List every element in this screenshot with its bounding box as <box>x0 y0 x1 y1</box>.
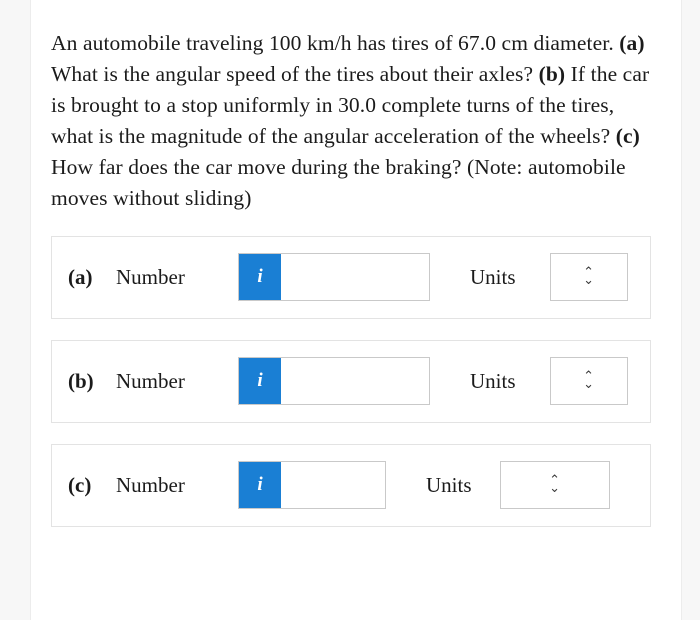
answer-rows: (a) Number i Units ⌃⌄ (b) Number i Unit <box>51 235 661 527</box>
number-input-a[interactable] <box>281 254 429 301</box>
units-label-c: Units <box>426 472 472 497</box>
units-label-b: Units <box>470 368 516 393</box>
question-sentence: What is the angular speed of the tires a… <box>51 61 539 86</box>
left-margin-rail <box>0 0 31 620</box>
answer-row-a: (a) Number i Units ⌃ ⌄ <box>51 235 651 319</box>
question-content: An automobile traveling 100 km/h has tir… <box>31 0 681 620</box>
number-label-b: Number <box>116 368 185 393</box>
info-icon-a[interactable]: i <box>239 254 281 301</box>
number-input-c[interactable] <box>281 462 385 509</box>
units-select-b[interactable]: ⌃ ⌄ <box>549 357 628 406</box>
question-part-label: (b) <box>538 61 566 86</box>
number-field-b: i <box>238 357 430 406</box>
question-part-label: (c) <box>615 123 640 148</box>
info-icon-c[interactable]: i <box>239 462 281 509</box>
part-label-b: (b) <box>68 368 94 393</box>
units-select-c[interactable]: ⌃ ⌄ <box>499 461 610 510</box>
number-field-a: i <box>238 253 430 302</box>
part-label-a: (a) <box>68 264 93 289</box>
chevron-updown-icon: ⌃ ⌄ <box>549 473 560 497</box>
chevron-updown-icon: ⌃ ⌄ <box>583 265 594 289</box>
number-input-b[interactable] <box>281 358 429 405</box>
top-spacer <box>51 20 661 22</box>
question-part-label: (a) <box>619 31 645 55</box>
chevron-updown-icon: ⌃ ⌄ <box>583 369 594 393</box>
part-label-c: (c) <box>68 472 92 497</box>
question-sentence: An automobile traveling 100 km/h has tir… <box>51 31 620 55</box>
units-label-a: Units <box>470 264 516 289</box>
number-label-c: Number <box>116 472 185 497</box>
question-page: An automobile traveling 100 km/h has tir… <box>0 0 700 620</box>
info-icon-b[interactable]: i <box>239 358 281 405</box>
question-text: An automobile traveling 100 km/h has tir… <box>51 28 651 214</box>
answer-row-c: (c) Number i Units ⌃ ⌄ <box>51 443 651 527</box>
number-label-a: Number <box>116 264 185 289</box>
number-field-c: i <box>238 461 386 510</box>
units-select-a[interactable]: ⌃ ⌄ <box>549 253 628 302</box>
answer-row-b: (b) Number i Units ⌃ ⌄ <box>51 339 651 423</box>
question-sentence: How far does the car move during the bra… <box>51 154 626 210</box>
right-margin-rail <box>681 0 700 620</box>
